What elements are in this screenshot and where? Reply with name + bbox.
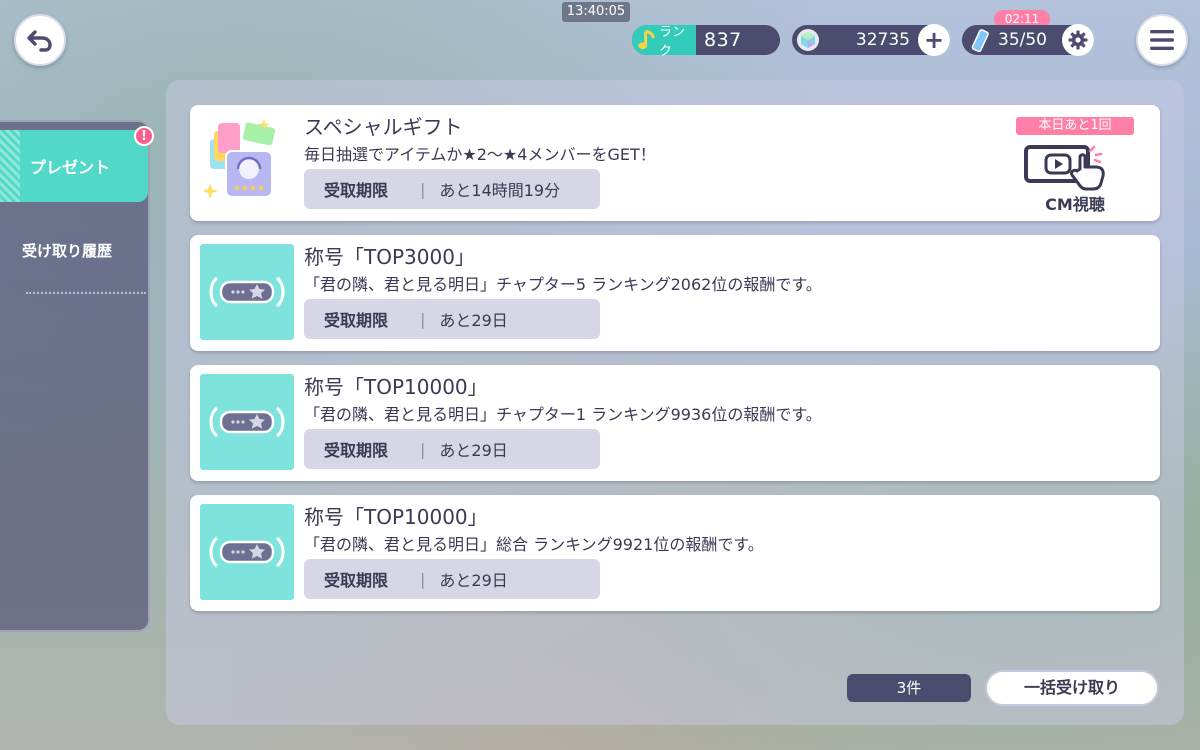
present-title: スペシャルギフト xyxy=(304,115,463,139)
present-count: 3件 xyxy=(847,674,971,702)
tab-stripe xyxy=(0,130,20,202)
deadline-value: あと29日 xyxy=(439,441,508,460)
present-title: 称号「TOP10000」 xyxy=(304,375,488,399)
gem-display: 32735 + xyxy=(792,24,950,56)
energy-drink-icon xyxy=(971,29,989,53)
special-gift-icon: ★★★★ xyxy=(204,119,275,199)
settings-button[interactable] xyxy=(1062,24,1094,56)
present-title: 称号「TOP3000」 xyxy=(304,245,475,269)
present-description: 毎日抽選でアイテムか★2〜★4メンバーをGET！ xyxy=(304,145,656,164)
deadline-label: 受取期限 xyxy=(324,311,389,330)
deadline-value: あと14時間19分 xyxy=(439,181,561,200)
present-description: 「君の隣、君と見る明日」総合 ランキング9921位の報酬です。 xyxy=(304,535,764,554)
deadline-separator: | xyxy=(420,569,426,589)
claim-all-button[interactable]: 一括受け取り xyxy=(985,670,1159,706)
energy-display: 35/50 xyxy=(962,24,1094,56)
status-clock: 13:40:05 xyxy=(562,2,630,22)
menu-icon xyxy=(1150,30,1174,50)
tab-present-label: プレゼント xyxy=(30,158,111,177)
menu-button[interactable] xyxy=(1136,14,1188,66)
title-plate-thumb xyxy=(200,504,294,600)
present-card[interactable]: 称号「TOP10000」 「君の隣、君と見る明日」チャプター1 ランキング993… xyxy=(190,365,1160,481)
gem-count: 32735 xyxy=(855,30,910,50)
cm-video-icon[interactable] xyxy=(1024,143,1120,191)
energy-count: 35/50 xyxy=(998,30,1047,50)
rank-value: 837 xyxy=(704,29,742,51)
crystal-icon xyxy=(797,29,819,51)
deadline-separator: | xyxy=(420,179,426,199)
present-description: 「君の隣、君と見る明日」チャプター5 ランキング2062位の報酬です。 xyxy=(304,275,822,294)
deadline-label: 受取期限 xyxy=(324,181,389,200)
title-plate-icon xyxy=(209,406,285,438)
tab-history[interactable]: 受け取り履歴 xyxy=(22,240,142,266)
deadline-separator: | xyxy=(420,309,426,329)
deadline-value: あと29日 xyxy=(439,571,508,590)
rank-badge: ランク xyxy=(632,25,696,59)
present-title: 称号「TOP10000」 xyxy=(304,505,488,529)
svg-text:★★★★: ★★★★ xyxy=(233,184,265,194)
back-button[interactable] xyxy=(14,14,66,66)
deadline-box: 受取期限 | あと14時間19分 xyxy=(304,169,600,209)
present-card-special-gift[interactable]: ★★★★ スペシャルギフト 毎日抽選でアイテムか★2〜★4メンバーをGET！ 受… xyxy=(190,105,1160,221)
cm-watch-label[interactable]: CM視聴 xyxy=(1016,191,1134,215)
gear-icon xyxy=(1068,30,1088,50)
title-plate-thumb xyxy=(200,244,294,340)
alert-badge: ! xyxy=(134,126,154,146)
back-arrow-icon xyxy=(27,30,52,52)
deadline-separator: | xyxy=(420,439,426,459)
buy-gems-button[interactable]: + xyxy=(918,24,950,56)
present-card[interactable]: 称号「TOP3000」 「君の隣、君と見る明日」チャプター5 ランキング2062… xyxy=(190,235,1160,351)
sidebar-divider xyxy=(26,292,146,294)
rank-label: ランク xyxy=(658,25,685,59)
deadline-box: 受取期限 | あと29日 xyxy=(304,429,600,469)
plus-icon: + xyxy=(923,26,945,54)
present-description: 「君の隣、君と見る明日」チャプター1 ランキング9936位の報酬です。 xyxy=(304,405,822,424)
title-plate-icon xyxy=(209,536,285,568)
music-note-icon xyxy=(638,30,655,50)
cm-remaining-badge: 本日あと1回 xyxy=(1016,117,1134,135)
title-plate-icon xyxy=(209,276,285,308)
rank-display: ランク 837 xyxy=(632,25,780,59)
title-plate-thumb xyxy=(200,374,294,470)
tab-present[interactable]: プレゼント xyxy=(0,130,148,202)
deadline-box: 受取期限 | あと29日 xyxy=(304,299,600,339)
deadline-label: 受取期限 xyxy=(324,571,389,590)
deadline-label: 受取期限 xyxy=(324,441,389,460)
present-card[interactable]: 称号「TOP10000」 「君の隣、君と見る明日」総合 ランキング9921位の報… xyxy=(190,495,1160,611)
deadline-value: あと29日 xyxy=(439,311,508,330)
deadline-box: 受取期限 | あと29日 xyxy=(304,559,600,599)
